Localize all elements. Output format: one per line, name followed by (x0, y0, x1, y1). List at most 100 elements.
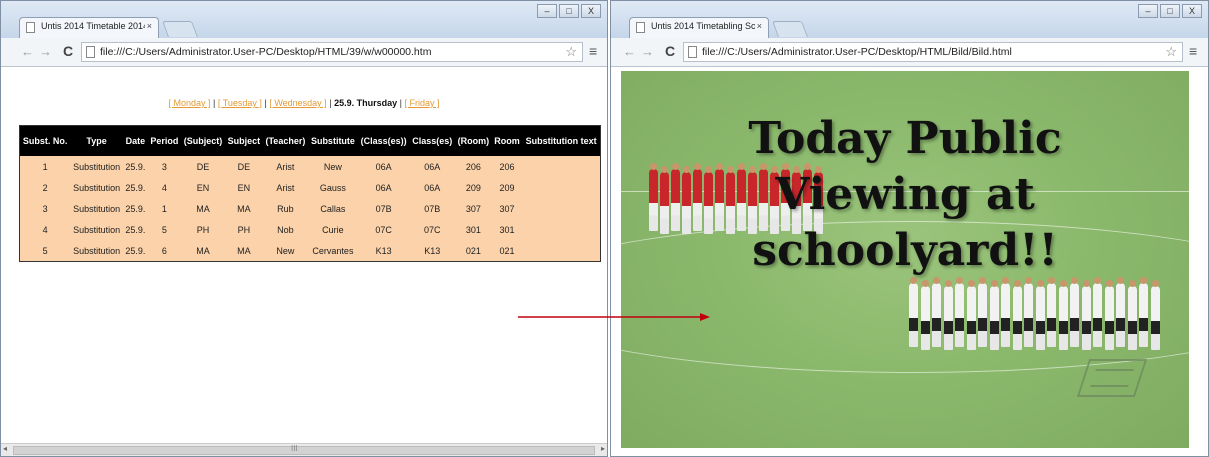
player-head (1059, 280, 1067, 287)
table-cell: MA (180, 198, 225, 219)
player-figure (943, 280, 953, 350)
table-cell: 4 (147, 177, 181, 198)
headline-line-3: schoolyard!! (752, 225, 1058, 276)
maximize-button[interactable]: □ (1160, 4, 1180, 18)
reload-icon[interactable]: C (63, 43, 73, 59)
monday-link[interactable]: [ Monday ] (169, 98, 211, 108)
menu-icon[interactable]: ≡ (589, 43, 597, 59)
player-figure (1150, 280, 1160, 350)
back-icon[interactable]: ← (21, 44, 34, 59)
table-cell: 206 (455, 156, 492, 177)
nav-separator: | (213, 98, 216, 108)
page-icon (636, 22, 645, 33)
column-header: Class(es) (409, 125, 456, 156)
table-cell: 307 (455, 198, 492, 219)
table-cell: Substitution (70, 156, 123, 177)
table-cell: Nob (262, 219, 309, 240)
new-tab-button[interactable] (772, 21, 808, 37)
player-figure (1058, 280, 1068, 350)
menu-icon[interactable]: ≡ (1189, 43, 1197, 59)
window-close-button[interactable]: X (1182, 4, 1202, 18)
forward-icon[interactable]: → (39, 44, 52, 59)
table-cell: 5 (147, 219, 181, 240)
nav-separator: | (329, 98, 332, 108)
right-browser-window: Untis 2014 Timetabling Sc × – □ X ← → C … (610, 0, 1209, 457)
table-cell: 6 (147, 240, 181, 262)
minimize-button[interactable]: – (537, 4, 557, 18)
back-icon[interactable]: ← (623, 44, 636, 59)
table-cell: MA (180, 240, 225, 262)
table-cell: New (308, 156, 358, 177)
maximize-button[interactable]: □ (559, 4, 579, 18)
left-url: file:///C:/Users/Administrator.User-PC/D… (100, 46, 432, 58)
scroll-left-arrow-icon[interactable]: ◂ (3, 444, 7, 453)
table-cell: 25.9. (122, 156, 148, 177)
substitution-table: Subst. No. Type Date Period (Subject) Subject… (19, 125, 601, 262)
close-tab-icon[interactable]: × (757, 21, 762, 31)
table-cell: 06A (409, 156, 456, 177)
left-tab-title: Untis 2014 Timetable 2014 (41, 21, 145, 31)
right-tab[interactable]: Untis 2014 Timetabling Sc × (629, 17, 769, 38)
column-header: Period (147, 125, 181, 156)
player-figure (932, 277, 941, 347)
player-head (1128, 280, 1136, 287)
column-header: (Class(es)) (357, 125, 410, 156)
player-figure (978, 277, 987, 347)
untis-logo-icon (1076, 359, 1148, 397)
table-row: 3 Substitution 25.9. 1 MA MA Rub Callas 07B 07B 30… (19, 198, 601, 219)
column-header: Room (491, 125, 523, 156)
table-cell: 06A (409, 177, 456, 198)
table-cell (522, 240, 601, 262)
column-header: Subst. No. (19, 125, 71, 156)
public-viewing-poster: Today Public Viewing at schoolyard!! (621, 71, 1189, 448)
page-icon (26, 22, 35, 33)
table-cell: 206 (491, 156, 523, 177)
table-cell: 301 (491, 219, 523, 240)
right-address-bar[interactable]: file:///C:/Users/Administrator.User-PC/D… (683, 42, 1183, 62)
table-cell: K13 (409, 240, 456, 262)
table-cell: 07B (357, 198, 410, 219)
table-cell: 307 (491, 198, 523, 219)
left-page-content: [ Monday ] | [ Tuesday ] | [ Wednesday ]… (1, 67, 607, 456)
table-cell: Arist (262, 156, 309, 177)
table-cell: EN (180, 177, 225, 198)
wednesday-link[interactable]: [ Wednesday ] (269, 98, 326, 108)
table-cell: Cervantes (308, 240, 358, 262)
right-window-controls: – □ X (1136, 4, 1202, 20)
tuesday-link[interactable]: [ Tuesday ] (218, 98, 262, 108)
table-header-row: Subst. No. Type Date Period (Subject) Subject… (19, 125, 601, 156)
table-cell: Arist (262, 177, 309, 198)
bookmark-star-icon[interactable]: ☆ (565, 44, 577, 60)
player-head (1151, 280, 1159, 287)
right-page-content: Today Public Viewing at schoolyard!! (611, 67, 1208, 456)
player-head (1105, 280, 1113, 287)
table-cell (522, 156, 601, 177)
player-figure (1127, 280, 1137, 350)
table-row: 2 Substitution 25.9. 4 EN EN Arist Gauss 06A 06A 2… (19, 177, 601, 198)
reload-icon[interactable]: C (665, 43, 675, 59)
horizontal-scrollbar[interactable]: ◂ III ▸ (1, 443, 607, 456)
left-address-bar[interactable]: file:///C:/Users/Administrator.User-PC/D… (81, 42, 583, 62)
table-row: 5 Substitution 25.9. 6 MA MA New Cervantes K13 K1… (19, 240, 601, 262)
window-close-button[interactable]: X (581, 4, 601, 18)
left-tab[interactable]: Untis 2014 Timetable 2014 × (19, 17, 159, 38)
close-tab-icon[interactable]: × (147, 21, 152, 31)
scrollbar-thumb[interactable] (13, 446, 595, 455)
scroll-right-arrow-icon[interactable]: ▸ (601, 444, 605, 453)
player-figure (1104, 280, 1114, 350)
bookmark-star-icon[interactable]: ☆ (1165, 44, 1177, 60)
table-cell: MA (224, 240, 263, 262)
forward-icon[interactable]: → (641, 44, 654, 59)
new-tab-button[interactable] (162, 21, 198, 37)
friday-link[interactable]: [ Friday ] (404, 98, 439, 108)
left-toolbar: ← → C file:///C:/Users/Administrator.Use… (1, 38, 607, 67)
table-cell: 1 (147, 198, 181, 219)
table-cell: 06A (357, 177, 410, 198)
table-cell: 021 (455, 240, 492, 262)
table-cell: Curie (308, 219, 358, 240)
player-head (921, 280, 929, 287)
minimize-button[interactable]: – (1138, 4, 1158, 18)
column-header: Substitution text (522, 125, 601, 156)
player-head (967, 280, 975, 287)
table-cell: 25.9. (122, 177, 148, 198)
